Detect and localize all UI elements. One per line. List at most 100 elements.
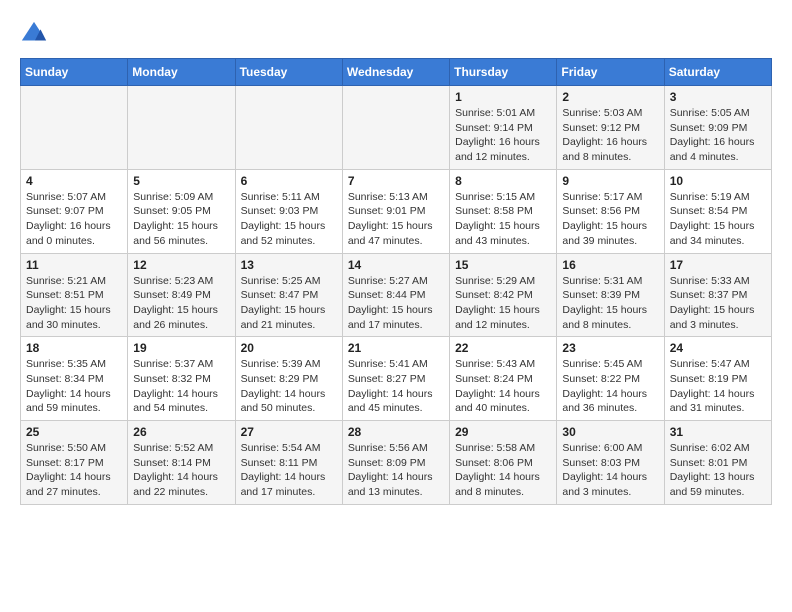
day-number: 4 bbox=[26, 174, 122, 188]
calendar-cell bbox=[128, 86, 235, 170]
day-info: Sunrise: 6:02 AM Sunset: 8:01 PM Dayligh… bbox=[670, 441, 766, 500]
calendar-cell: 29 Sunrise: 5:58 AM Sunset: 8:06 PM Dayli… bbox=[450, 421, 557, 505]
day-number: 13 bbox=[241, 258, 337, 272]
calendar-cell: 12 Sunrise: 5:23 AM Sunset: 8:49 PM Dayli… bbox=[128, 253, 235, 337]
day-info: Sunrise: 5:07 AM Sunset: 9:07 PM Dayligh… bbox=[26, 190, 122, 249]
calendar-cell: 13 Sunrise: 5:25 AM Sunset: 8:47 PM Dayli… bbox=[235, 253, 342, 337]
day-header-monday: Monday bbox=[128, 59, 235, 86]
day-header-friday: Friday bbox=[557, 59, 664, 86]
calendar-cell: 19 Sunrise: 5:37 AM Sunset: 8:32 PM Dayli… bbox=[128, 337, 235, 421]
calendar-cell: 24 Sunrise: 5:47 AM Sunset: 8:19 PM Dayli… bbox=[664, 337, 771, 421]
day-info: Sunrise: 5:39 AM Sunset: 8:29 PM Dayligh… bbox=[241, 357, 337, 416]
day-number: 30 bbox=[562, 425, 658, 439]
day-number: 29 bbox=[455, 425, 551, 439]
calendar-week-row: 25 Sunrise: 5:50 AM Sunset: 8:17 PM Dayli… bbox=[21, 421, 772, 505]
day-info: Sunrise: 5:25 AM Sunset: 8:47 PM Dayligh… bbox=[241, 274, 337, 333]
day-number: 3 bbox=[670, 90, 766, 104]
day-info: Sunrise: 5:47 AM Sunset: 8:19 PM Dayligh… bbox=[670, 357, 766, 416]
day-number: 11 bbox=[26, 258, 122, 272]
calendar-cell: 17 Sunrise: 5:33 AM Sunset: 8:37 PM Dayli… bbox=[664, 253, 771, 337]
day-header-wednesday: Wednesday bbox=[342, 59, 449, 86]
day-info: Sunrise: 5:35 AM Sunset: 8:34 PM Dayligh… bbox=[26, 357, 122, 416]
day-info: Sunrise: 5:27 AM Sunset: 8:44 PM Dayligh… bbox=[348, 274, 444, 333]
day-info: Sunrise: 5:23 AM Sunset: 8:49 PM Dayligh… bbox=[133, 274, 229, 333]
day-number: 24 bbox=[670, 341, 766, 355]
day-info: Sunrise: 5:54 AM Sunset: 8:11 PM Dayligh… bbox=[241, 441, 337, 500]
day-number: 19 bbox=[133, 341, 229, 355]
calendar-cell: 7 Sunrise: 5:13 AM Sunset: 9:01 PM Daylig… bbox=[342, 169, 449, 253]
calendar-cell: 16 Sunrise: 5:31 AM Sunset: 8:39 PM Dayli… bbox=[557, 253, 664, 337]
day-info: Sunrise: 5:21 AM Sunset: 8:51 PM Dayligh… bbox=[26, 274, 122, 333]
day-header-thursday: Thursday bbox=[450, 59, 557, 86]
day-info: Sunrise: 5:58 AM Sunset: 8:06 PM Dayligh… bbox=[455, 441, 551, 500]
day-number: 17 bbox=[670, 258, 766, 272]
page-header bbox=[20, 20, 772, 48]
day-number: 26 bbox=[133, 425, 229, 439]
day-number: 31 bbox=[670, 425, 766, 439]
calendar-week-row: 1 Sunrise: 5:01 AM Sunset: 9:14 PM Daylig… bbox=[21, 86, 772, 170]
day-info: Sunrise: 5:15 AM Sunset: 8:58 PM Dayligh… bbox=[455, 190, 551, 249]
day-info: Sunrise: 5:01 AM Sunset: 9:14 PM Dayligh… bbox=[455, 106, 551, 165]
day-info: Sunrise: 5:13 AM Sunset: 9:01 PM Dayligh… bbox=[348, 190, 444, 249]
calendar-cell bbox=[21, 86, 128, 170]
day-header-tuesday: Tuesday bbox=[235, 59, 342, 86]
calendar-cell: 31 Sunrise: 6:02 AM Sunset: 8:01 PM Dayli… bbox=[664, 421, 771, 505]
calendar-cell bbox=[235, 86, 342, 170]
calendar-header-row: SundayMondayTuesdayWednesdayThursdayFrid… bbox=[21, 59, 772, 86]
day-info: Sunrise: 6:00 AM Sunset: 8:03 PM Dayligh… bbox=[562, 441, 658, 500]
day-number: 21 bbox=[348, 341, 444, 355]
calendar-cell: 18 Sunrise: 5:35 AM Sunset: 8:34 PM Dayli… bbox=[21, 337, 128, 421]
calendar-cell: 27 Sunrise: 5:54 AM Sunset: 8:11 PM Dayli… bbox=[235, 421, 342, 505]
day-number: 5 bbox=[133, 174, 229, 188]
calendar-cell: 4 Sunrise: 5:07 AM Sunset: 9:07 PM Daylig… bbox=[21, 169, 128, 253]
day-number: 12 bbox=[133, 258, 229, 272]
day-info: Sunrise: 5:43 AM Sunset: 8:24 PM Dayligh… bbox=[455, 357, 551, 416]
day-number: 16 bbox=[562, 258, 658, 272]
calendar-cell: 11 Sunrise: 5:21 AM Sunset: 8:51 PM Dayli… bbox=[21, 253, 128, 337]
logo-icon bbox=[20, 20, 48, 48]
day-info: Sunrise: 5:41 AM Sunset: 8:27 PM Dayligh… bbox=[348, 357, 444, 416]
day-number: 7 bbox=[348, 174, 444, 188]
calendar-cell: 1 Sunrise: 5:01 AM Sunset: 9:14 PM Daylig… bbox=[450, 86, 557, 170]
calendar-cell: 20 Sunrise: 5:39 AM Sunset: 8:29 PM Dayli… bbox=[235, 337, 342, 421]
day-info: Sunrise: 5:37 AM Sunset: 8:32 PM Dayligh… bbox=[133, 357, 229, 416]
calendar-cell: 6Sunrise: 5:11 AM Sunset: 9:03 PM Daylig… bbox=[235, 169, 342, 253]
day-number: 25 bbox=[26, 425, 122, 439]
day-number: 9 bbox=[562, 174, 658, 188]
day-info: Sunrise: 5:09 AM Sunset: 9:05 PM Dayligh… bbox=[133, 190, 229, 249]
calendar-cell: 10Sunrise: 5:19 AM Sunset: 8:54 PM Dayli… bbox=[664, 169, 771, 253]
day-info: Sunrise: 5:19 AM Sunset: 8:54 PM Dayligh… bbox=[670, 190, 766, 249]
day-info: Sunrise: 5:50 AM Sunset: 8:17 PM Dayligh… bbox=[26, 441, 122, 500]
calendar-cell: 2 Sunrise: 5:03 AM Sunset: 9:12 PM Daylig… bbox=[557, 86, 664, 170]
calendar-table: SundayMondayTuesdayWednesdayThursdayFrid… bbox=[20, 58, 772, 505]
day-number: 1 bbox=[455, 90, 551, 104]
day-info: Sunrise: 5:05 AM Sunset: 9:09 PM Dayligh… bbox=[670, 106, 766, 165]
day-info: Sunrise: 5:31 AM Sunset: 8:39 PM Dayligh… bbox=[562, 274, 658, 333]
day-number: 14 bbox=[348, 258, 444, 272]
calendar-cell: 15Sunrise: 5:29 AM Sunset: 8:42 PM Dayli… bbox=[450, 253, 557, 337]
day-number: 27 bbox=[241, 425, 337, 439]
calendar-cell: 21 Sunrise: 5:41 AM Sunset: 8:27 PM Dayli… bbox=[342, 337, 449, 421]
day-info: Sunrise: 5:33 AM Sunset: 8:37 PM Dayligh… bbox=[670, 274, 766, 333]
day-number: 20 bbox=[241, 341, 337, 355]
day-info: Sunrise: 5:45 AM Sunset: 8:22 PM Dayligh… bbox=[562, 357, 658, 416]
day-header-saturday: Saturday bbox=[664, 59, 771, 86]
calendar-cell: 8Sunrise: 5:15 AM Sunset: 8:58 PM Daylig… bbox=[450, 169, 557, 253]
day-info: Sunrise: 5:56 AM Sunset: 8:09 PM Dayligh… bbox=[348, 441, 444, 500]
calendar-week-row: 18 Sunrise: 5:35 AM Sunset: 8:34 PM Dayli… bbox=[21, 337, 772, 421]
day-number: 28 bbox=[348, 425, 444, 439]
day-info: Sunrise: 5:03 AM Sunset: 9:12 PM Dayligh… bbox=[562, 106, 658, 165]
day-info: Sunrise: 5:52 AM Sunset: 8:14 PM Dayligh… bbox=[133, 441, 229, 500]
calendar-cell: 28 Sunrise: 5:56 AM Sunset: 8:09 PM Dayli… bbox=[342, 421, 449, 505]
day-number: 22 bbox=[455, 341, 551, 355]
day-info: Sunrise: 5:29 AM Sunset: 8:42 PM Dayligh… bbox=[455, 274, 551, 333]
calendar-cell: 23Sunrise: 5:45 AM Sunset: 8:22 PM Dayli… bbox=[557, 337, 664, 421]
day-number: 18 bbox=[26, 341, 122, 355]
calendar-cell: 22 Sunrise: 5:43 AM Sunset: 8:24 PM Dayli… bbox=[450, 337, 557, 421]
calendar-cell: 9Sunrise: 5:17 AM Sunset: 8:56 PM Daylig… bbox=[557, 169, 664, 253]
calendar-cell: 30 Sunrise: 6:00 AM Sunset: 8:03 PM Dayli… bbox=[557, 421, 664, 505]
day-number: 6 bbox=[241, 174, 337, 188]
day-number: 2 bbox=[562, 90, 658, 104]
calendar-week-row: 11 Sunrise: 5:21 AM Sunset: 8:51 PM Dayli… bbox=[21, 253, 772, 337]
calendar-cell: 5 Sunrise: 5:09 AM Sunset: 9:05 PM Daylig… bbox=[128, 169, 235, 253]
